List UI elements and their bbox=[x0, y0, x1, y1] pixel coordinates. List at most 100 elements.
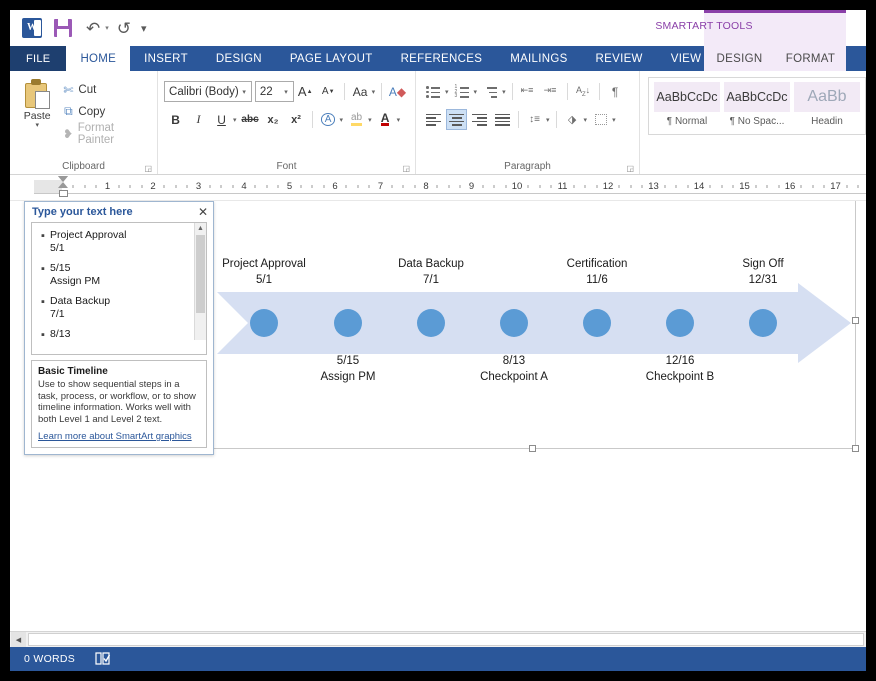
multilevel-list-icon[interactable] bbox=[480, 81, 501, 102]
tab-stop-selector[interactable] bbox=[10, 175, 34, 201]
sort-icon[interactable]: AZ↓ bbox=[573, 81, 594, 102]
hscroll-track[interactable] bbox=[28, 633, 864, 646]
save-icon[interactable] bbox=[54, 19, 72, 37]
timeline-label[interactable]: 5/15Assign PM bbox=[293, 354, 403, 385]
timeline-node[interactable] bbox=[250, 309, 278, 337]
undo-button[interactable]: ↶ bbox=[86, 20, 100, 37]
timeline-node[interactable] bbox=[666, 309, 694, 337]
subscript-button[interactable]: x₂ bbox=[263, 109, 284, 130]
decrease-indent-icon[interactable]: ⇤≡ bbox=[518, 81, 539, 102]
proofing-icon[interactable] bbox=[95, 652, 111, 666]
tab-insert[interactable]: INSERT bbox=[130, 46, 202, 71]
font-dialog-launcher[interactable]: ◲ bbox=[402, 164, 410, 173]
text-pane-scrollbar[interactable]: ▲ ▼ bbox=[194, 223, 206, 354]
tab-review[interactable]: REVIEW bbox=[582, 46, 657, 71]
customize-qat-button[interactable]: ▾ bbox=[141, 22, 147, 35]
numbering-icon[interactable]: 1 2 3 bbox=[452, 81, 473, 102]
line-spacing-caret[interactable]: ▾ bbox=[546, 116, 550, 124]
text-highlight-button[interactable]: ab bbox=[346, 109, 367, 130]
font-size-combo[interactable]: 22 ▾ bbox=[255, 81, 294, 102]
text-effects-button[interactable]: A bbox=[318, 109, 339, 130]
tab-references[interactable]: REFERENCES bbox=[387, 46, 497, 71]
paste-dropdown-caret[interactable]: ▾ bbox=[35, 122, 39, 130]
document-canvas[interactable]: › Project Approval5/15/15Assign PMData B… bbox=[10, 201, 866, 631]
redo-button[interactable]: ↺ bbox=[117, 20, 131, 37]
clear-formatting-button[interactable]: A◆ bbox=[387, 81, 408, 102]
format-painter-button[interactable]: ❥ Format Painter bbox=[58, 124, 151, 143]
horizontal-scrollbar[interactable]: ◀ bbox=[10, 631, 866, 647]
close-icon[interactable]: ✕ bbox=[198, 206, 208, 218]
change-case-button[interactable]: Aa bbox=[350, 81, 371, 102]
superscript-button[interactable]: x² bbox=[286, 109, 307, 130]
cut-button[interactable]: ✄ Cut bbox=[58, 80, 151, 99]
text-pane-list[interactable]: ▪Project Approval5/1 ▪5/15Assign PM ▪Data … bbox=[32, 223, 206, 354]
tab-page-layout[interactable]: PAGE LAYOUT bbox=[276, 46, 387, 71]
text-pane-item[interactable]: ▪5/15Assign PM bbox=[36, 262, 202, 288]
align-center-icon[interactable] bbox=[446, 109, 467, 130]
scroll-up-icon[interactable]: ▲ bbox=[195, 223, 206, 234]
tab-smartart-format[interactable]: FORMAT bbox=[775, 46, 846, 71]
strikethrough-button[interactable]: abc bbox=[240, 109, 261, 130]
tab-smartart-design[interactable]: DESIGN bbox=[704, 46, 775, 71]
font-name-combo[interactable]: Calibri (Body) ▾ bbox=[164, 81, 252, 102]
bold-button[interactable]: B bbox=[165, 109, 186, 130]
horizontal-ruler[interactable]: 1234567891011121314151617 bbox=[34, 180, 866, 194]
text-pane-listbox[interactable]: ▪Project Approval5/1 ▪5/15Assign PM ▪Data … bbox=[31, 222, 207, 355]
chevron-down-icon[interactable]: ▾ bbox=[239, 88, 249, 96]
multilevel-caret[interactable]: ▾ bbox=[502, 88, 506, 96]
text-pane-item[interactable]: ▪Data Backup7/1 bbox=[36, 295, 202, 321]
font-color-button[interactable]: A bbox=[375, 109, 396, 130]
numbering-caret[interactable]: ▾ bbox=[474, 88, 478, 96]
learn-more-link[interactable]: Learn more about SmartArt graphics bbox=[38, 431, 200, 442]
scroll-left-icon[interactable]: ◀ bbox=[11, 632, 26, 647]
shading-caret[interactable]: ▾ bbox=[584, 116, 588, 124]
indent-markers[interactable] bbox=[58, 176, 68, 200]
smartart-text-pane[interactable]: Type your text here ✕ ▪Project Approval5… bbox=[24, 201, 214, 455]
style-item-no-spacing[interactable]: AaBbCcDc ¶ No Spac... bbox=[724, 82, 790, 130]
scrollbar-thumb[interactable] bbox=[196, 235, 205, 313]
italic-button[interactable]: I bbox=[188, 109, 209, 130]
paragraph-dialog-launcher[interactable]: ◲ bbox=[626, 164, 634, 173]
show-formatting-marks-icon[interactable]: ¶ bbox=[605, 81, 626, 102]
style-item-heading[interactable]: AaBb Headin bbox=[794, 82, 860, 130]
borders-caret[interactable]: ▾ bbox=[612, 116, 616, 124]
change-case-caret[interactable]: ▾ bbox=[372, 88, 376, 96]
shrink-font-button[interactable]: A▼ bbox=[318, 81, 339, 102]
bullets-icon[interactable] bbox=[423, 81, 444, 102]
clipboard-dialog-launcher[interactable]: ◲ bbox=[144, 164, 152, 173]
increase-indent-icon[interactable]: ⇥≡ bbox=[541, 81, 562, 102]
timeline-node[interactable] bbox=[749, 309, 777, 337]
highlight-caret[interactable]: ▾ bbox=[368, 116, 372, 124]
chevron-down-icon[interactable]: ▾ bbox=[281, 88, 291, 96]
font-color-caret[interactable]: ▾ bbox=[397, 116, 401, 124]
smartart-graphic[interactable]: › Project Approval5/15/15Assign PMData B… bbox=[210, 201, 856, 449]
timeline-label[interactable]: Certification11/6 bbox=[542, 257, 652, 288]
paste-button[interactable]: Paste ▾ bbox=[16, 77, 58, 159]
word-count-label[interactable]: 0 WORDS bbox=[24, 653, 75, 665]
tab-home[interactable]: HOME bbox=[66, 46, 130, 71]
timeline-node[interactable] bbox=[583, 309, 611, 337]
timeline-label[interactable]: 12/16Checkpoint B bbox=[625, 354, 735, 385]
style-item-normal[interactable]: AaBbCcDc ¶ Normal bbox=[654, 82, 720, 130]
bullets-caret[interactable]: ▾ bbox=[445, 88, 449, 96]
underline-button[interactable]: U bbox=[211, 109, 232, 130]
tab-design[interactable]: DESIGN bbox=[202, 46, 276, 71]
shading-icon[interactable]: ⬗ bbox=[562, 109, 583, 130]
justify-icon[interactable] bbox=[492, 109, 513, 130]
timeline-label[interactable]: Data Backup7/1 bbox=[376, 257, 486, 288]
timeline-label[interactable]: Project Approval5/1 bbox=[209, 257, 319, 288]
tab-file[interactable]: FILE bbox=[10, 46, 66, 71]
borders-icon[interactable] bbox=[590, 109, 611, 130]
timeline-label[interactable]: 8/13Checkpoint A bbox=[459, 354, 569, 385]
grow-font-button[interactable]: A▲ bbox=[295, 81, 316, 102]
timeline-node[interactable] bbox=[334, 309, 362, 337]
tab-mailings[interactable]: MAILINGS bbox=[496, 46, 581, 71]
copy-button[interactable]: ⧉ Copy bbox=[58, 102, 151, 121]
text-pane-item[interactable]: ▪Project Approval5/1 bbox=[36, 229, 202, 255]
timeline-node[interactable] bbox=[500, 309, 528, 337]
align-left-icon[interactable] bbox=[423, 109, 444, 130]
align-right-icon[interactable] bbox=[469, 109, 490, 130]
timeline-label[interactable]: Sign Off12/31 bbox=[708, 257, 818, 288]
underline-caret[interactable]: ▾ bbox=[233, 116, 237, 124]
undo-dropdown-caret[interactable]: ▾ bbox=[105, 24, 109, 32]
